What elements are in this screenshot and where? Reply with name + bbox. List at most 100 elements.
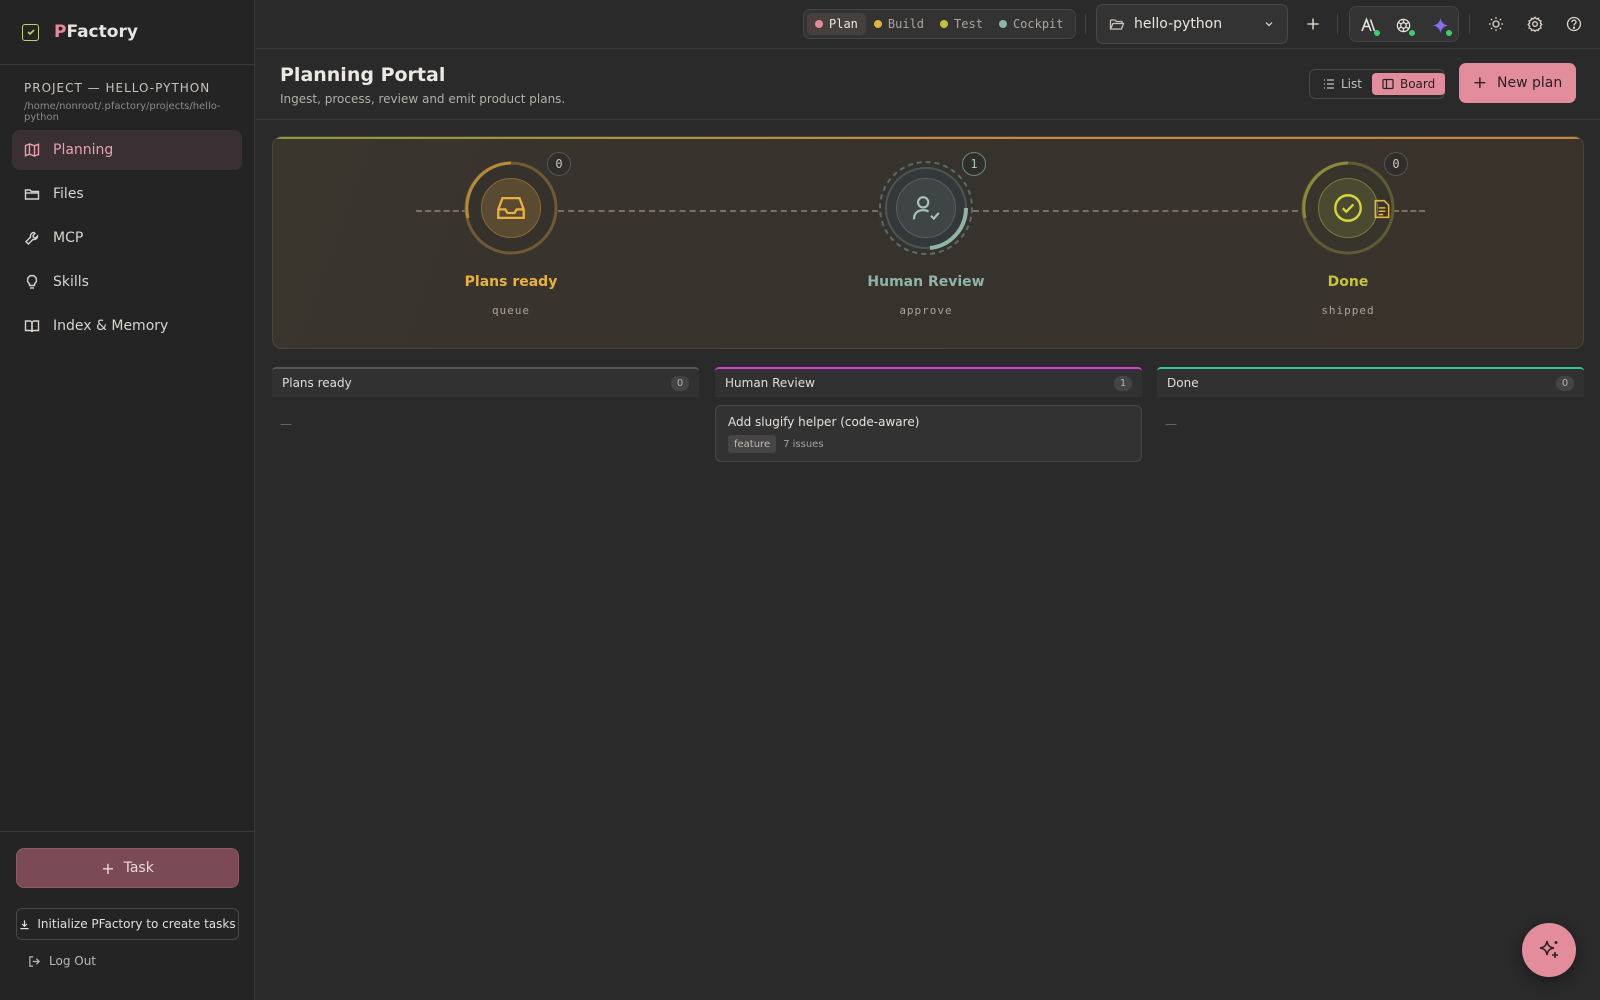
folder-icon <box>24 189 40 200</box>
stage-ring: 1 <box>878 152 986 256</box>
sidebar: PFactory PROJECT — HELLO-PYTHON /home/no… <box>0 0 255 1000</box>
divider <box>1469 14 1470 34</box>
stage-icon-wrap <box>896 178 956 238</box>
plan-card[interactable]: Add slugify helper (code-aware) feature … <box>715 405 1142 462</box>
column-title: Human Review <box>725 376 815 390</box>
column-header: Plans ready 0 <box>272 367 699 397</box>
column-empty: — <box>280 417 292 431</box>
view-list-button[interactable]: List <box>1313 73 1372 95</box>
plus-icon: + <box>101 858 115 878</box>
download-icon <box>20 919 30 929</box>
lightbulb-icon <box>26 274 38 289</box>
list-icon <box>1324 79 1334 89</box>
help-button[interactable] <box>1562 12 1586 36</box>
column-title: Plans ready <box>282 376 352 390</box>
sidebar-item-label: Index & Memory <box>53 318 169 334</box>
stage-icon-wrap <box>1318 178 1378 238</box>
agent-providers <box>1349 6 1459 42</box>
map-icon <box>24 143 40 157</box>
sidebar-nav: Planning Files MCP Skills Index & Memory <box>0 123 254 346</box>
logout-link[interactable]: Log Out <box>16 954 238 968</box>
mode-test[interactable]: Test <box>932 13 991 35</box>
stage-name: Done <box>1327 274 1369 290</box>
pipeline-stage-done[interactable]: 0 Done shipped <box>1268 152 1428 317</box>
status-dot <box>1409 30 1415 36</box>
view-board-button[interactable]: Board <box>1371 73 1446 95</box>
page-header: Planning Portal Ingest, process, review … <box>256 49 1600 120</box>
initialize-button[interactable]: Initialize PFactory to create tasks <box>16 908 239 940</box>
pipeline-overview: 0 Plans ready queue 1 Human Review appro… <box>272 136 1584 349</box>
help-circle-icon <box>1566 16 1582 32</box>
sidebar-item-mcp[interactable]: MCP <box>12 218 242 258</box>
project-label: PROJECT — HELLO-PYTHON <box>24 81 211 95</box>
sun-icon <box>1489 17 1503 31</box>
plan-card-title: Add slugify helper (code-aware) <box>728 415 920 429</box>
pipeline-stage-human-review[interactable]: 1 Human Review approve <box>846 152 1006 317</box>
column-empty: — <box>1165 417 1177 431</box>
column-count: 1 <box>1114 375 1132 391</box>
topbar: Plan Build Test Cockpit hello-python <box>256 0 1600 49</box>
mode-switcher: Plan Build Test Cockpit <box>803 9 1076 39</box>
new-plan-button[interactable]: + New plan <box>1459 63 1576 103</box>
column-title: Done <box>1167 376 1199 390</box>
agent-gemini[interactable] <box>1430 15 1452 36</box>
stage-count-badge: 1 <box>962 152 986 176</box>
pipeline-connector <box>973 210 1298 212</box>
add-project-button[interactable] <box>1301 12 1325 36</box>
book-icon <box>24 320 40 333</box>
settings-button[interactable] <box>1523 12 1547 36</box>
document-icon <box>1374 199 1390 219</box>
sidebar-item-label: MCP <box>53 230 84 246</box>
columns-icon <box>1382 78 1394 90</box>
divider <box>1337 14 1338 34</box>
chevron-down-icon <box>1265 22 1273 27</box>
ai-assistant-button[interactable] <box>1522 923 1576 977</box>
logout-icon <box>29 955 40 967</box>
mode-plan[interactable]: Plan <box>807 13 866 35</box>
column-count: 0 <box>1556 375 1574 391</box>
status-dot <box>1446 30 1452 36</box>
mode-cockpit[interactable]: Cockpit <box>991 13 1072 35</box>
status-dot <box>940 20 949 28</box>
plan-card-meta: feature 7 issues <box>728 435 1129 453</box>
brand[interactable]: PFactory <box>0 0 254 65</box>
sidebar-item-index-memory[interactable]: Index & Memory <box>12 306 242 346</box>
mode-build[interactable]: Build <box>866 13 932 35</box>
stage-name: Plans ready <box>464 274 558 290</box>
stage-ring: 0 <box>463 152 571 256</box>
board-column-human-review: Human Review 1 Add slugify helper (code-… <box>715 367 1142 462</box>
stage-count-badge: 0 <box>1384 152 1408 176</box>
gear-icon <box>1527 16 1543 32</box>
project-path: /home/nonroot/.pfactory/projects/hello-p… <box>24 101 221 123</box>
stage-subtitle: queue <box>491 304 531 317</box>
pipeline-connector <box>558 210 878 212</box>
plan-issue-count: 7 issues <box>783 438 824 450</box>
divider <box>1085 14 1086 34</box>
page-title: Planning Portal <box>280 64 446 86</box>
view-toggle: List Board <box>1309 69 1446 99</box>
agent-openai[interactable] <box>1393 15 1415 36</box>
status-dot <box>998 20 1007 28</box>
theme-toggle-button[interactable] <box>1484 12 1508 36</box>
pipeline-stage-plans-ready[interactable]: 0 Plans ready queue <box>431 152 591 317</box>
agent-anthropic[interactable] <box>1358 15 1380 36</box>
status-dot <box>873 20 882 28</box>
page-subtitle: Ingest, process, review and emit product… <box>280 92 566 106</box>
wrench-icon <box>25 231 39 245</box>
plus-icon <box>1307 18 1319 30</box>
status-dot <box>815 20 823 28</box>
plus-icon: + <box>1472 73 1488 93</box>
stage-subtitle: shipped <box>1321 304 1375 317</box>
sidebar-footer: + Task Initialize PFactory to create tas… <box>0 831 254 968</box>
sidebar-item-skills[interactable]: Skills <box>12 262 242 302</box>
project-selector[interactable]: hello-python <box>1096 4 1288 44</box>
sidebar-item-label: Files <box>53 186 84 202</box>
sidebar-item-planning[interactable]: Planning <box>12 130 242 170</box>
sidebar-item-files[interactable]: Files <box>12 174 242 214</box>
stage-icon-wrap <box>481 178 541 238</box>
project-selector-value: hello-python <box>1134 16 1223 32</box>
add-task-button[interactable]: + Task <box>16 848 239 888</box>
user-check-icon <box>912 196 940 221</box>
stage-count-badge: 0 <box>547 152 571 176</box>
board-column-plans-ready: Plans ready 0 — <box>272 367 699 431</box>
